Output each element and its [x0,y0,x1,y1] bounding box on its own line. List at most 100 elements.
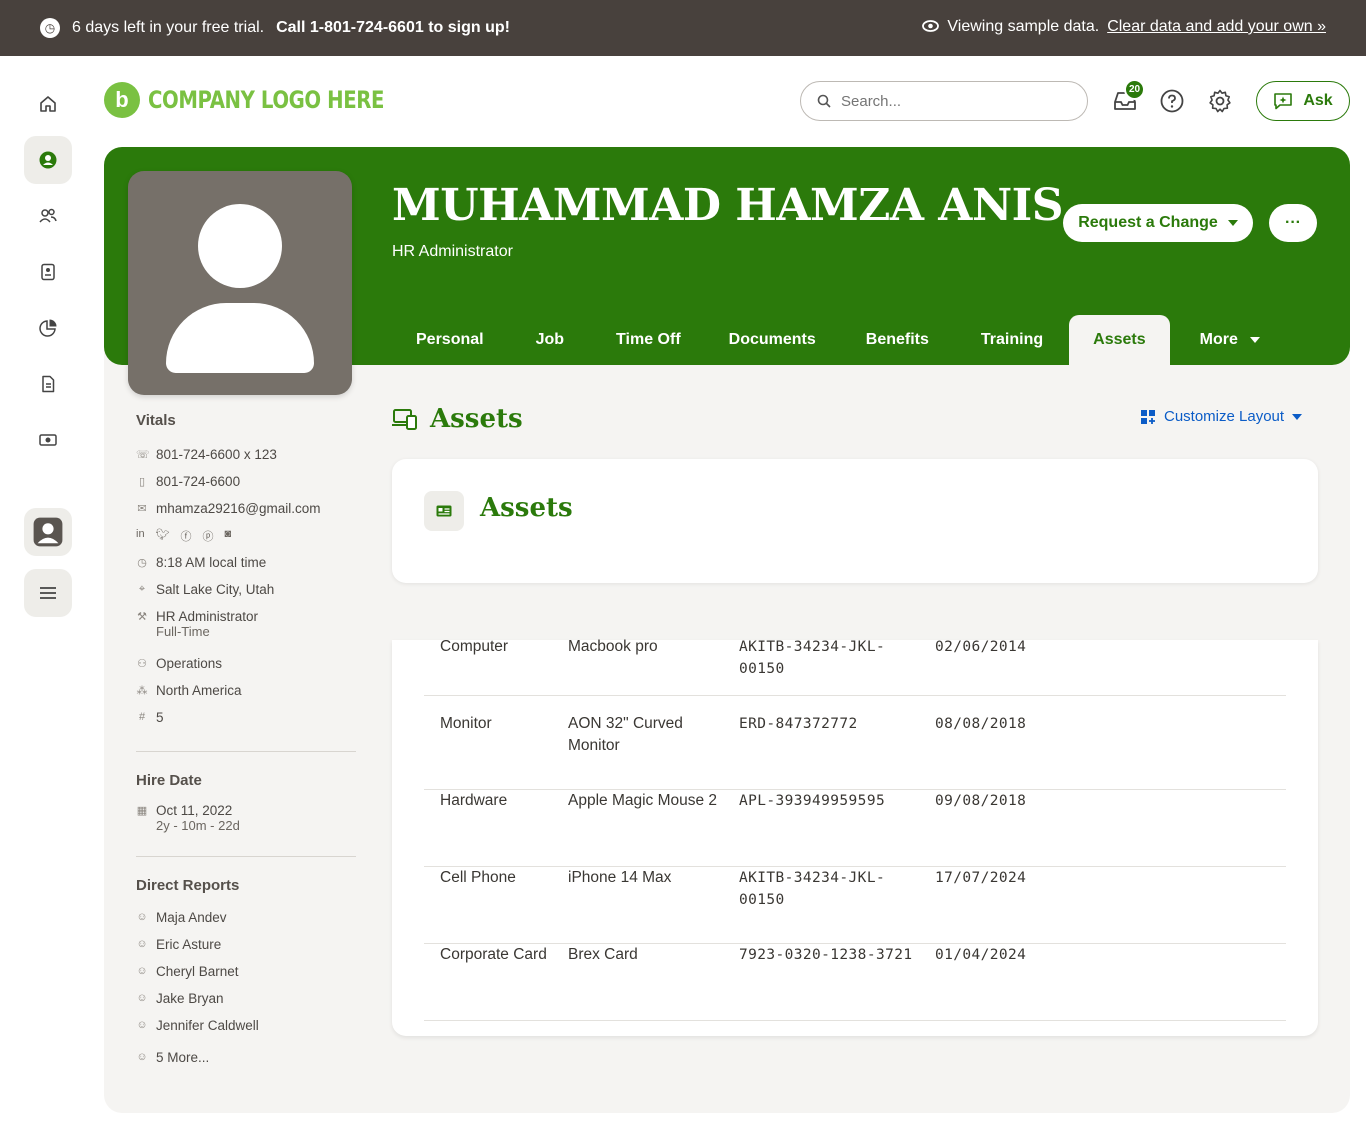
more-actions-button[interactable]: ··· [1269,204,1317,242]
tenure: 2y - 10m - 22d [156,818,240,833]
direct-report-item[interactable]: ☺ Cheryl Barnet [136,964,356,991]
department-icon: ⚇ [137,658,147,670]
direct-report-name[interactable]: Jennifer Caldwell [156,1018,259,1033]
search-icon [817,94,831,108]
table-row[interactable]: Computer Macbook pro AKITB-34234-JKL-001… [424,636,1286,696]
asset-serial: 7923-0320-1238-3721 [739,947,913,963]
direct-report-item[interactable]: ☺ Eric Asture [136,937,356,964]
asset-description: iPhone 14 Max [568,869,672,886]
asset-description: AON 32" Curved Monitor [568,715,683,754]
linkedin-icon[interactable]: in [136,528,145,544]
facebook-icon[interactable]: ⓕ [181,528,192,544]
eye-icon [922,19,940,36]
pie-chart-icon [39,319,57,337]
twitter-icon[interactable]: 🐦︎ [156,528,170,544]
assets-heading: Assets [430,404,523,434]
person-circle-icon: ☺ [136,938,148,950]
person-circle-icon: ☺ [136,1019,148,1031]
asset-description: Apple Magic Mouse 2 [568,792,718,809]
division: North America [156,683,242,698]
people-nav-button[interactable] [24,192,72,240]
asset-description: Macbook pro [568,638,658,655]
people-icon [39,208,57,223]
table-row[interactable]: Hardware Apple Magic Mouse 2 APL-3939499… [424,790,1286,867]
ask-button[interactable]: Ask [1256,81,1350,121]
sidebar-divider [136,751,356,752]
employee-number: 5 [156,710,164,725]
main-menu-button[interactable] [24,569,72,617]
asset-date: 09/08/2018 [935,793,1027,809]
asset-date: 08/08/2018 [935,716,1027,732]
direct-report-item[interactable]: ☺ Maja Andev [136,910,356,937]
vitals-heading: Vitals [136,412,176,429]
mobile-phone-row: ▯ 801-724-6600 [136,474,356,501]
caret-down-icon [1227,220,1238,226]
tab-training[interactable]: Training [955,315,1069,365]
trial-message: ◷ 6 days left in your free trial. Call 1… [40,18,510,38]
location: Salt Lake City, Utah [156,582,275,597]
work-phone[interactable]: 801-724-6600 x 123 [156,447,277,462]
sidebar-divider [136,856,356,857]
mobile-phone[interactable]: 801-724-6600 [156,474,240,489]
tab-job[interactable]: Job [508,315,592,365]
hire-date: Oct 11, 2022 [156,803,233,818]
caret-down-icon [1292,413,1303,420]
request-change-label: Request a Change [1078,214,1218,231]
asset-serial: AKITB-34234-JKL-00150 [739,639,886,677]
asset-serial: ERD-847372772 [739,716,858,732]
tab-more[interactable]: More [1170,315,1290,365]
direct-report-name[interactable]: Maja Andev [156,910,227,925]
clear-data-link[interactable]: Clear data and add your own » [1107,18,1326,36]
tab-personal[interactable]: Personal [392,315,508,365]
asset-category: Computer [440,638,509,655]
asset-category: Corporate Card [440,946,547,963]
account-avatar-button[interactable] [24,508,72,556]
tab-benefits[interactable]: Benefits [840,315,955,365]
person-circle-icon: ☺ [136,911,148,923]
gear-icon [1209,89,1231,113]
reports-nav-button[interactable] [24,304,72,352]
tab-time-off[interactable]: Time Off [592,315,705,365]
direct-reports-heading: Direct Reports [136,877,240,894]
my-info-nav-button[interactable] [24,136,72,184]
direct-report-item[interactable]: ☺ Jennifer Caldwell [136,1018,356,1050]
home-nav-button[interactable] [24,80,72,128]
directory-nav-button[interactable] [24,248,72,296]
tab-documents[interactable]: Documents [705,315,840,365]
more-reports-link[interactable]: ☺ 5 More... [136,1050,356,1077]
employee-title: HR Administrator [392,243,513,260]
assets-card-title: Assets [480,493,573,523]
files-nav-button[interactable] [24,360,72,408]
instagram-icon[interactable]: ◙ [225,528,232,544]
request-change-button[interactable]: Request a Change [1063,204,1253,242]
desk-phone-icon: ☏ [136,449,150,461]
more-reports-label[interactable]: 5 More... [156,1050,209,1065]
photo-placeholder-head [198,204,282,288]
mobile-phone-icon: ▯ [138,476,146,488]
search-box[interactable] [800,81,1088,121]
tab-more-label: More [1199,331,1238,348]
table-row[interactable]: Monitor AON 32" Curved Monitor ERD-84737… [424,713,1286,790]
settings-button[interactable] [1205,86,1235,116]
direct-report-item[interactable]: ☺ Jake Bryan [136,991,356,1018]
customize-layout-button[interactable]: Customize Layout [1140,408,1303,425]
company-logo[interactable]: b COMPANY LOGO HERE [104,82,436,118]
job-title: HR Administrator [156,609,259,624]
help-button[interactable] [1157,86,1187,116]
table-row[interactable]: Cell Phone iPhone 14 Max AKITB-34234-JKL… [424,867,1286,944]
payroll-nav-button[interactable] [24,416,72,464]
direct-report-name[interactable]: Cheryl Barnet [156,964,239,979]
tab-assets[interactable]: Assets [1069,315,1170,365]
org-chart-icon: ⁂ [136,685,148,697]
search-input[interactable] [841,92,1061,110]
assets-section-title: Assets [392,404,523,434]
email[interactable]: mhamza29216@gmail.com [156,501,321,516]
direct-report-name[interactable]: Eric Asture [156,937,221,952]
profile-photo[interactable] [128,171,352,395]
asset-date: 01/04/2024 [935,947,1027,963]
table-row[interactable]: Corporate Card Brex Card 7923-0320-1238-… [424,944,1286,1021]
asset-category: Monitor [440,715,492,732]
direct-report-name[interactable]: Jake Bryan [156,991,224,1006]
pinterest-icon[interactable]: ⓟ [203,528,214,544]
home-icon [40,96,56,112]
